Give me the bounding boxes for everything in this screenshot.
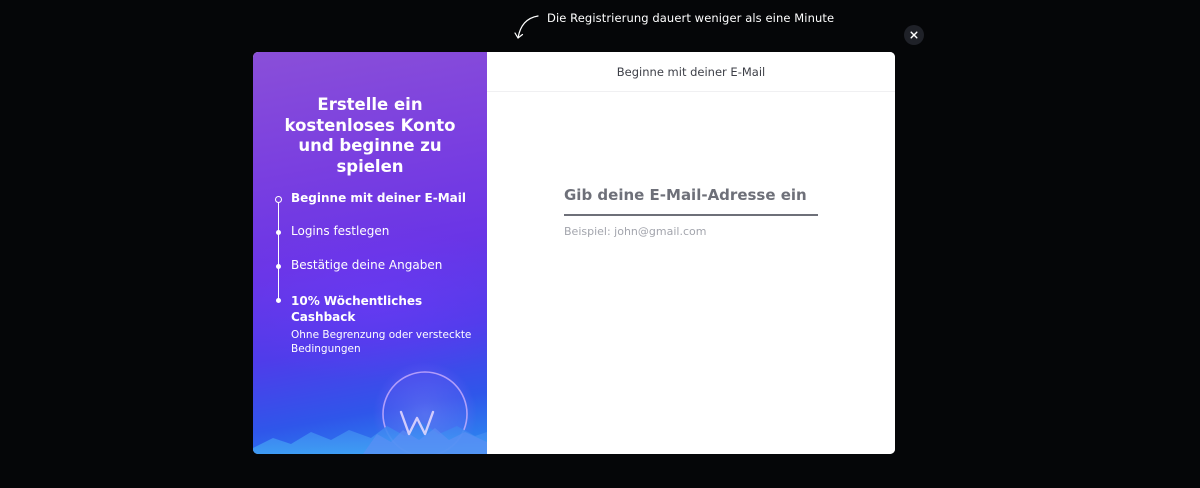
step-dot: [275, 264, 281, 269]
steps-line: [277, 199, 279, 300]
close-icon: [910, 31, 918, 39]
form-header: Beginne mit deiner E-Mail: [487, 52, 895, 92]
step-dot-active: [274, 196, 282, 203]
email-example-hint: Beispiel: john@gmail.com: [564, 225, 707, 238]
curved-arrow-icon: [514, 15, 539, 39]
step-dot: [275, 230, 281, 235]
step-logins: Logins festlegen: [291, 224, 390, 238]
step-email: Beginne mit deiner E-Mail: [291, 191, 466, 205]
hint-text: Die Registrierung dauert weniger als ein…: [547, 11, 835, 25]
promo-illustration: [253, 362, 487, 454]
step-dot: [275, 298, 281, 303]
promo-panel: Erstelle ein kostenloses Konto und begin…: [253, 52, 487, 454]
close-button[interactable]: [904, 25, 924, 45]
email-form-panel: Beginne mit deiner E-Mail Gib deine E-Ma…: [487, 52, 895, 454]
email-label: Gib deine E-Mail-Adresse ein: [564, 186, 807, 204]
step-confirm: Bestätige deine Angaben: [291, 258, 443, 272]
registration-modal: Erstelle ein kostenloses Konto und begin…: [253, 52, 895, 454]
registration-hint: Die Registrierung dauert weniger als ein…: [512, 8, 835, 42]
step-cashback: 10% Wöchentliches Cashback: [291, 294, 423, 324]
